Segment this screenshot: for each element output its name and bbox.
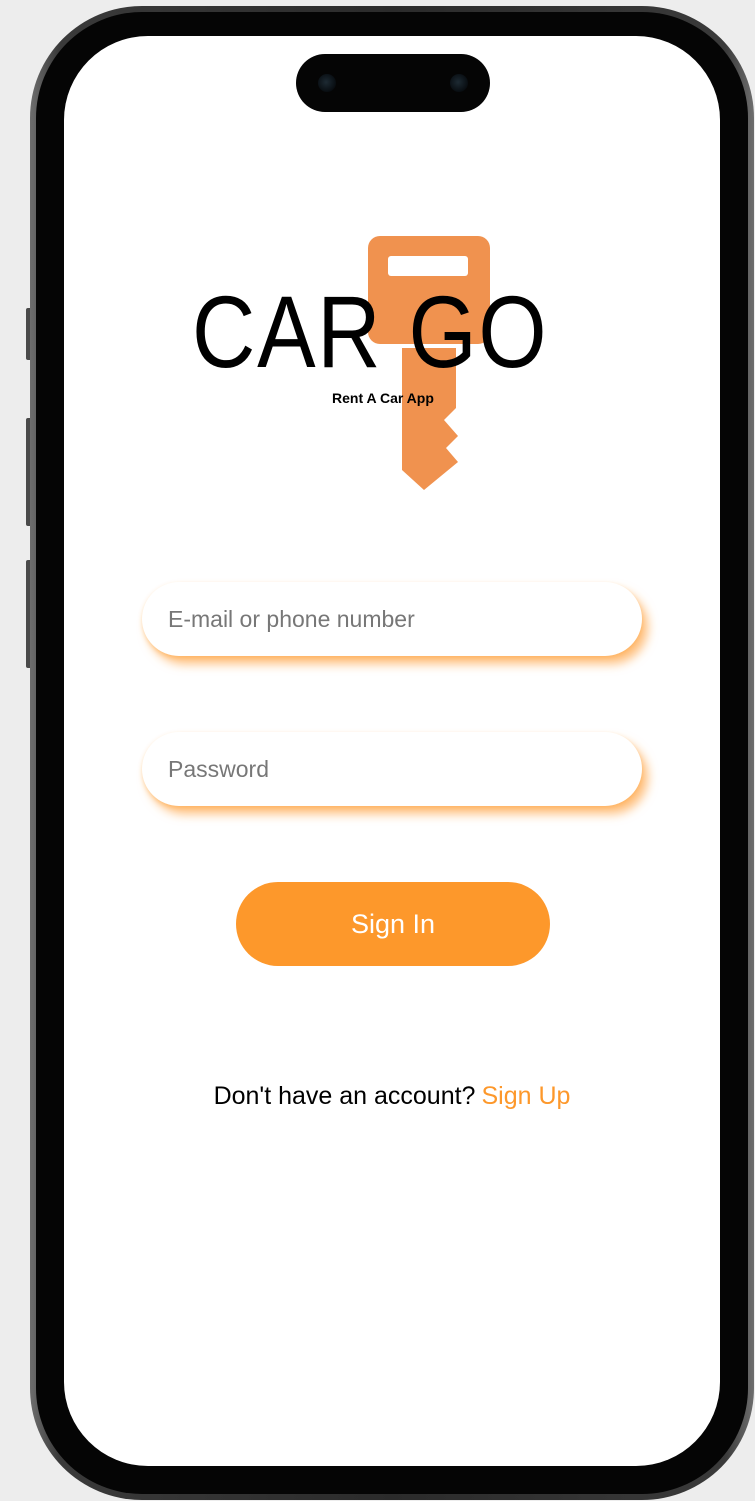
password-field-wrapper [142, 732, 642, 806]
sign-up-link[interactable]: Sign Up [481, 1082, 570, 1110]
brand-title: CAR GO [192, 275, 549, 389]
front-camera-icon [318, 74, 336, 92]
app-screen: CAR GO Rent A Car App Sign In Don't have… [64, 36, 720, 1466]
signup-prompt-row: Don't have an account? Sign Up [64, 1082, 720, 1111]
sign-in-button[interactable]: Sign In [236, 882, 550, 966]
email-field[interactable] [142, 582, 642, 656]
device-frame-stage: CAR GO Rent A Car App Sign In Don't have… [0, 0, 755, 1501]
app-logo: CAR GO Rent A Car App [184, 236, 604, 496]
email-field-wrapper [142, 582, 642, 656]
phone-bezel: CAR GO Rent A Car App Sign In Don't have… [36, 12, 748, 1494]
password-field[interactable] [142, 732, 642, 806]
brand-tagline: Rent A Car App [332, 390, 434, 406]
signup-prompt-text: Don't have an account? [213, 1082, 476, 1110]
phone-frame: CAR GO Rent A Car App Sign In Don't have… [30, 6, 754, 1500]
dynamic-island [296, 54, 490, 112]
sensor-icon [450, 74, 468, 92]
